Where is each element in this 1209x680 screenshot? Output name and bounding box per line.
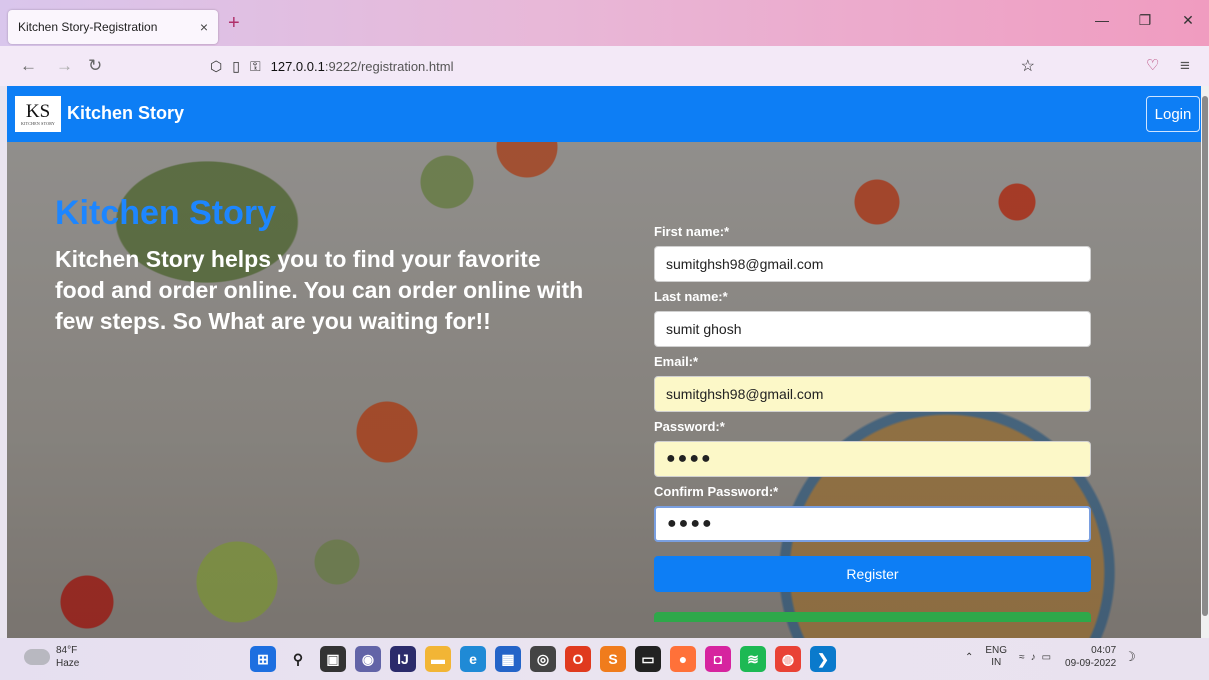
taskbar-apps: ⊞ ⚲ ▣ ◉ IJ ▬ e ▦ ◎ O S ▭ ● ◘ ≋ ◍ ❯ <box>250 646 836 672</box>
task-view-icon[interactable]: ▣ <box>320 646 346 672</box>
tray-overflow-icon[interactable]: ⌃ <box>965 652 973 663</box>
vscode-icon[interactable]: ❯ <box>810 646 836 672</box>
language-code: ENG <box>985 645 1008 656</box>
site-navbar: KS KITCHEN STORY Kitchen Story Login <box>7 86 1201 142</box>
register-button[interactable]: Register <box>654 556 1091 592</box>
region-code: IN <box>991 657 1002 668</box>
minimize-icon[interactable]: — <box>1082 12 1122 28</box>
teams-chat-icon[interactable]: ◉ <box>355 646 381 672</box>
sublime-icon[interactable]: S <box>600 646 626 672</box>
search-icon[interactable]: ⚲ <box>285 646 311 672</box>
close-tab-icon[interactable]: × <box>200 19 208 35</box>
system-clock[interactable]: 04:07 09-09-2022 <box>1065 644 1116 670</box>
store-icon[interactable]: ▦ <box>495 646 521 672</box>
spotify-icon[interactable]: ≋ <box>740 646 766 672</box>
hero-section: Kitchen Story Kitchen Story helps you to… <box>7 142 1201 638</box>
browser-tabstrip: Kitchen Story-Registration × + — ❐ ✕ <box>0 0 1209 46</box>
back-arrow-icon[interactable]: ← <box>20 56 37 76</box>
weather-widget[interactable]: 84°F Haze <box>24 643 80 670</box>
office-icon[interactable]: O <box>565 646 591 672</box>
scrollbar-thumb[interactable] <box>1202 96 1208 616</box>
language-indicator[interactable]: ENG IN <box>985 645 1007 669</box>
hero-description: Kitchen Story helps you to find your fav… <box>55 246 584 334</box>
windows-start-icon[interactable]: ⊞ <box>250 646 276 672</box>
hero-title: Kitchen Story <box>55 194 277 232</box>
last-name-label: Last name:* <box>654 289 728 304</box>
url-host: 127.0.0.1 <box>270 58 325 74</box>
forward-arrow-icon[interactable]: → <box>56 56 73 76</box>
obs-icon[interactable]: ◎ <box>530 646 556 672</box>
restore-icon[interactable]: ❐ <box>1125 12 1165 29</box>
site-logo[interactable]: KS KITCHEN STORY <box>15 96 61 132</box>
secondary-green-button[interactable] <box>654 612 1091 622</box>
address-bar[interactable]: ⬡ ▯ ⚿ 127.0.0.1 :9222/registration.html … <box>210 52 1045 80</box>
registration-form: First name:* Last name:* Email:* Passwor… <box>654 224 1091 622</box>
browser-tab[interactable]: Kitchen Story-Registration × <box>8 10 218 44</box>
terminal-icon[interactable]: ▭ <box>635 646 661 672</box>
menu-icon[interactable]: ≡ <box>1180 56 1190 76</box>
page-scrollbar[interactable] <box>1201 86 1209 638</box>
last-name-field[interactable] <box>654 311 1091 347</box>
system-tray: ⌃ ENG IN ≈ ♪ ▭ 04:07 09-09-2022 ☽ <box>965 644 1136 670</box>
weather-condition: Haze <box>56 658 80 669</box>
bookmark-star-icon[interactable]: ☆ <box>1021 56 1035 76</box>
url-path: :9222/registration.html <box>324 58 454 74</box>
login-button[interactable]: Login <box>1146 96 1200 132</box>
wifi-icon[interactable]: ≈ <box>1019 652 1025 663</box>
password-field[interactable] <box>654 441 1091 477</box>
clock-date: 09-09-2022 <box>1065 658 1117 669</box>
key-icon[interactable]: ⚿ <box>250 58 261 75</box>
firefox-icon[interactable]: ● <box>670 646 696 672</box>
shield-icon[interactable]: ⬡ <box>210 58 222 75</box>
password-label: Password:* <box>654 419 725 434</box>
email-field[interactable] <box>654 376 1091 412</box>
reload-icon[interactable]: ↻ <box>88 56 102 76</box>
chrome-icon[interactable]: ◍ <box>775 646 801 672</box>
windows-taskbar: 84°F Haze ⊞ ⚲ ▣ ◉ IJ ▬ e ▦ ◎ O S ▭ ● ◘ ≋… <box>0 638 1209 680</box>
new-tab-button[interactable]: + <box>228 12 240 35</box>
intellij-icon[interactable]: IJ <box>390 646 416 672</box>
site-brand[interactable]: Kitchen Story <box>67 103 184 124</box>
file-explorer-icon[interactable]: ▬ <box>425 646 451 672</box>
notification-moon-icon[interactable]: ☽ <box>1124 649 1136 665</box>
clock-time: 04:07 <box>1091 645 1117 656</box>
confirm-password-label: Confirm Password:* <box>654 484 779 499</box>
volume-icon[interactable]: ♪ <box>1031 652 1036 663</box>
browser-navbar: ← → ↻ ⬡ ▯ ⚿ 127.0.0.1 :9222/registration… <box>0 46 1209 86</box>
email-label: Email:* <box>654 354 699 369</box>
logo-text: KS <box>25 100 51 122</box>
tab-title: Kitchen Story-Registration <box>18 20 158 34</box>
page-icon[interactable]: ▯ <box>232 58 240 75</box>
weather-temperature: 84°F <box>56 645 78 656</box>
weather-cloud-icon <box>24 643 50 665</box>
pocket-icon[interactable]: ♡ <box>1146 56 1159 74</box>
instagram-icon[interactable]: ◘ <box>705 646 731 672</box>
first-name-label: First name:* <box>654 224 730 239</box>
close-window-icon[interactable]: ✕ <box>1168 12 1208 29</box>
battery-icon[interactable]: ▭ <box>1042 652 1051 663</box>
first-name-field[interactable] <box>654 246 1091 282</box>
edge-icon[interactable]: e <box>460 646 486 672</box>
confirm-password-field[interactable] <box>654 506 1091 542</box>
logo-subtext: KITCHEN STORY <box>21 120 55 126</box>
